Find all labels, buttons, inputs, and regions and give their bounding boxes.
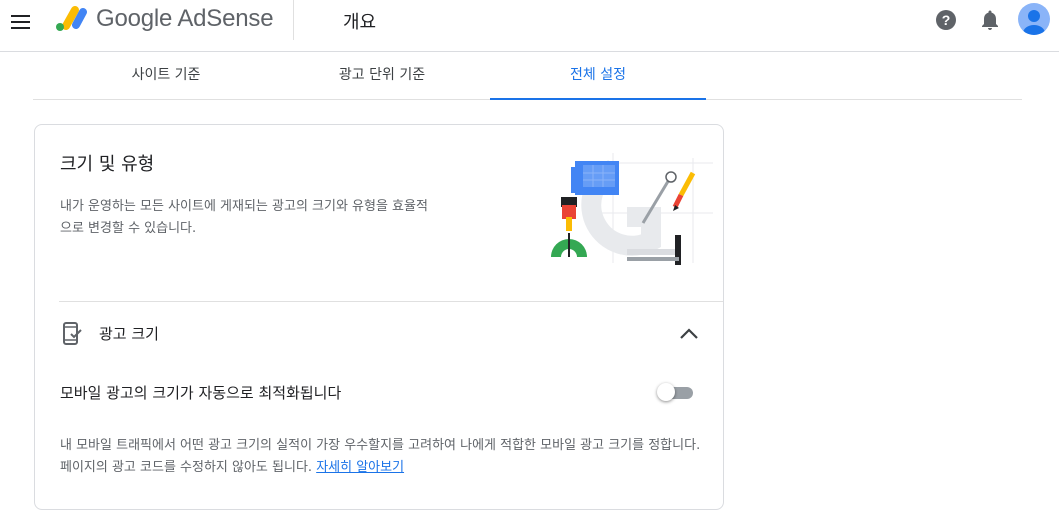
design-tools-illustration-icon <box>551 153 713 265</box>
section-title-ad-size: 광고 크기 <box>99 325 159 343</box>
adsense-logo-icon <box>56 6 87 31</box>
header-divider <box>293 0 294 40</box>
report-tabs: 사이트 기준 광고 단위 기준 전체 설정 <box>33 52 1022 100</box>
top-app-bar: Google AdSense 개요 ? <box>0 0 1059 52</box>
card-description: 내가 운영하는 모든 사이트에 게재되는 광고의 크기와 유형을 효율적으로 변… <box>60 199 428 236</box>
menu-icon[interactable] <box>10 10 32 32</box>
svg-text:?: ? <box>942 12 951 28</box>
auto-optimize-setting-label: 모바일 광고의 크기가 자동으로 최적화됩니다 <box>60 384 342 402</box>
tab-by-ad-unit[interactable]: 광고 단위 기준 <box>282 52 482 99</box>
page-title: 개요 <box>343 12 377 33</box>
brand-name: Google AdSense <box>96 5 274 32</box>
toggle-thumb <box>657 383 675 401</box>
setting-description: 내 모바일 트래픽에서 어떤 광고 크기의 실적이 가장 우수할지를 고려하여 … <box>60 435 710 479</box>
learn-more-link[interactable]: 자세히 알아보기 <box>316 460 404 475</box>
notifications-bell-icon[interactable] <box>978 8 1002 32</box>
help-icon[interactable]: ? <box>934 8 958 32</box>
tab-global-settings[interactable]: 전체 설정 <box>490 52 706 100</box>
size-and-type-card: 크기 및 유형 내가 운영하는 모든 사이트에 게재되는 광고의 크기와 유형을… <box>34 124 724 510</box>
chevron-up-icon[interactable] <box>675 323 703 345</box>
account-avatar[interactable] <box>1018 3 1050 35</box>
tab-by-site[interactable]: 사이트 기준 <box>66 52 266 99</box>
phone-check-icon <box>63 322 82 345</box>
auto-optimize-toggle[interactable] <box>657 382 697 404</box>
user-avatar-icon <box>1023 10 1045 35</box>
card-title: 크기 및 유형 <box>60 154 155 175</box>
card-divider <box>59 301 723 302</box>
